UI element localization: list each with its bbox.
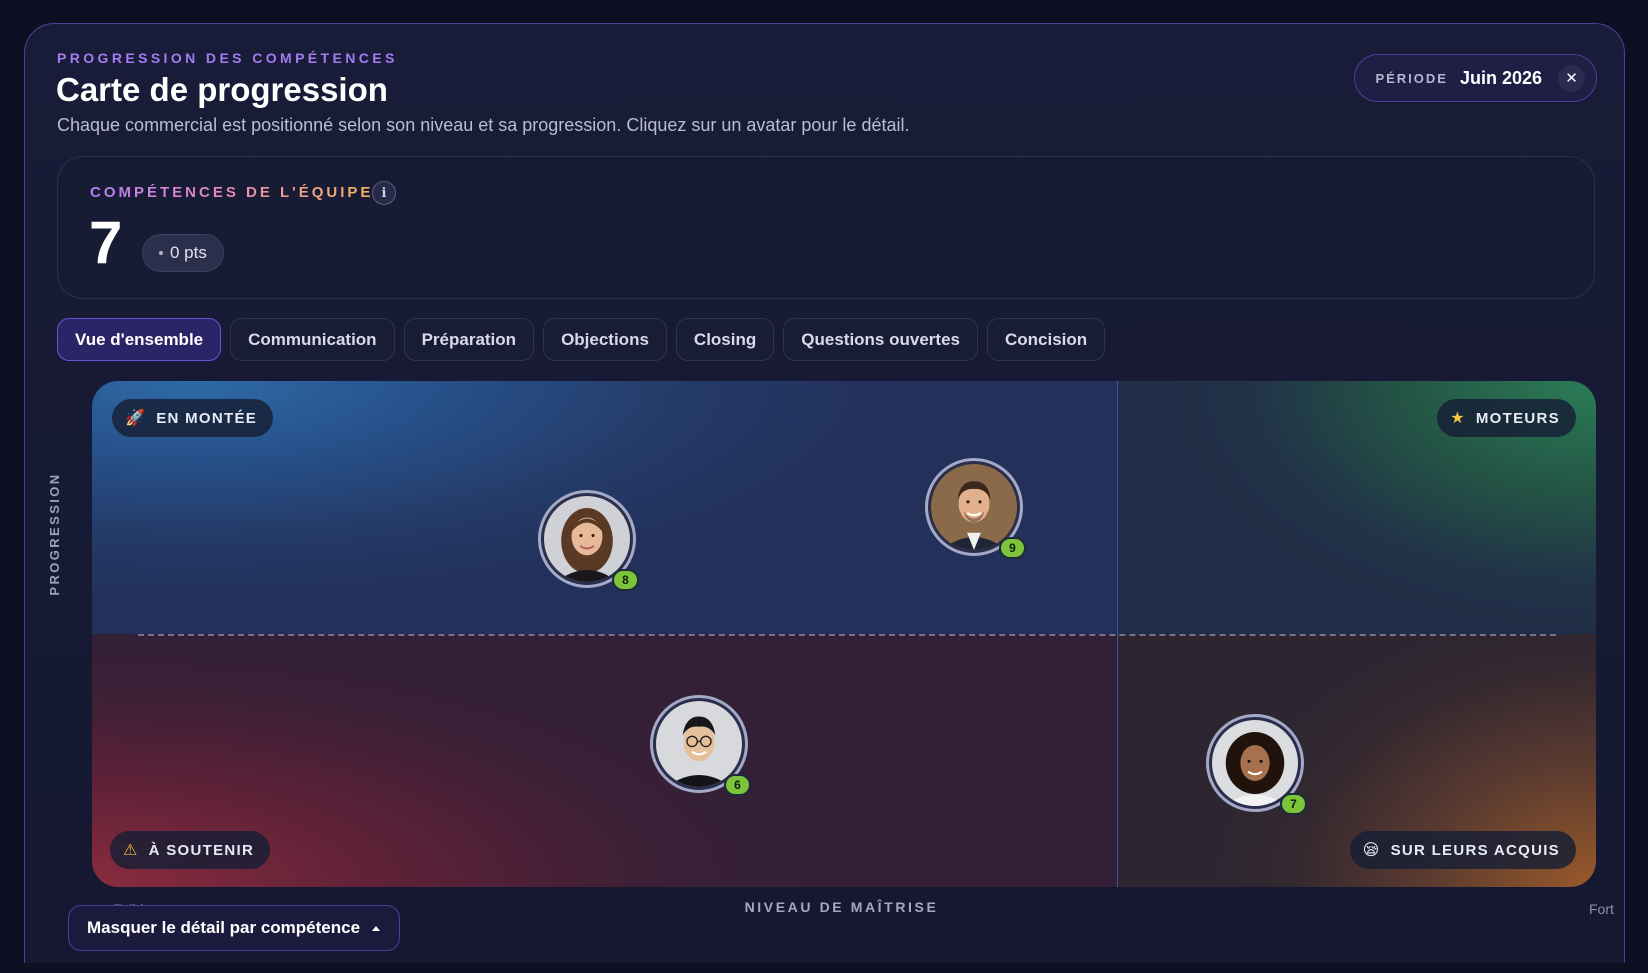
toggle-competence-detail-button[interactable]: Masquer le détail par compétence: [68, 905, 401, 951]
period-filter-chip[interactable]: PÉRIODE Juin 2026 ✕: [1354, 54, 1597, 102]
warning-icon: ⚠: [123, 842, 139, 859]
quadrant-label-rising: 🚀 EN MONTÉE: [112, 399, 274, 437]
team-score-panel: COMPÉTENCES DE L'ÉQUIPE i 7 0 pts: [57, 156, 1595, 299]
quadrant-label-text: SUR LEURS ACQUIS: [1390, 841, 1560, 859]
rep-photo: [656, 701, 742, 787]
quadrant-label-text: À SOUTENIR: [148, 841, 255, 859]
progression-card: PROGRESSION DES COMPÉTENCES Carte de pro…: [24, 23, 1625, 963]
period-value: Juin 2026: [1459, 67, 1542, 88]
star-icon: ★: [1450, 410, 1466, 427]
tab-preparation[interactable]: Préparation: [403, 318, 535, 361]
rocket-icon: 🚀: [125, 410, 147, 427]
rep-avatar[interactable]: 7: [1206, 714, 1307, 815]
rep-score-badge: 7: [1280, 793, 1307, 815]
quadrant-label-on-their-laurels: 😪 SUR LEURS ACQUIS: [1349, 831, 1576, 869]
period-label: PÉRIODE: [1375, 70, 1448, 86]
tab-concision[interactable]: Concision: [986, 318, 1106, 361]
team-score-label: COMPÉTENCES DE L'ÉQUIPE: [90, 184, 374, 201]
rep-score-badge: 6: [724, 774, 751, 796]
rep-score-badge: 9: [999, 537, 1026, 559]
quadrant-label-text: EN MONTÉE: [156, 409, 258, 427]
close-icon[interactable]: ✕: [1558, 64, 1585, 92]
rep-avatar[interactable]: 9: [925, 458, 1026, 559]
dot-icon: [159, 251, 163, 255]
tab-overview[interactable]: Vue d'ensemble: [57, 318, 222, 361]
page-title: Carte de progression: [56, 71, 388, 108]
tab-closing[interactable]: Closing: [675, 318, 775, 361]
team-score-delta: 0 pts: [170, 243, 207, 262]
x-axis-max-label: Fort: [1589, 901, 1614, 917]
page-subtitle: Chaque commercial est positionné selon s…: [57, 115, 910, 135]
page-eyebrow: PROGRESSION DES COMPÉTENCES: [57, 50, 398, 66]
rep-avatar[interactable]: 8: [538, 490, 639, 591]
toggle-label: Masquer le détail par compétence: [87, 918, 361, 937]
rep-avatar[interactable]: 6: [650, 695, 751, 796]
quadrant-label-to-support: ⚠ À SOUTENIR: [110, 831, 271, 869]
progression-matrix: 🚀 EN MONTÉE ★ MOTEURS ⚠ À SOUTENIR 😪 SUR…: [92, 381, 1596, 887]
rep-photo: [1212, 720, 1298, 806]
competence-tabs: Vue d'ensemble Communication Préparation…: [57, 318, 1106, 361]
rep-photo: [544, 496, 630, 582]
tab-open-questions[interactable]: Questions ouvertes: [783, 318, 978, 361]
rep-photo: [931, 464, 1017, 550]
info-icon[interactable]: i: [372, 181, 396, 205]
y-axis-label: PROGRESSION: [47, 472, 62, 596]
sleepy-face-icon: 😪: [1362, 842, 1381, 859]
tab-communication[interactable]: Communication: [230, 318, 395, 361]
rep-score-badge: 8: [612, 569, 639, 591]
caret-up-icon: [372, 925, 381, 931]
quadrant-label-drivers: ★ MOTEURS: [1437, 399, 1576, 437]
team-score-delta-badge: 0 pts: [142, 234, 224, 272]
team-score-value: 7: [89, 209, 123, 276]
horizontal-divider: [138, 634, 1556, 636]
quadrant-label-text: MOTEURS: [1475, 409, 1560, 427]
tab-objections[interactable]: Objections: [543, 318, 667, 361]
